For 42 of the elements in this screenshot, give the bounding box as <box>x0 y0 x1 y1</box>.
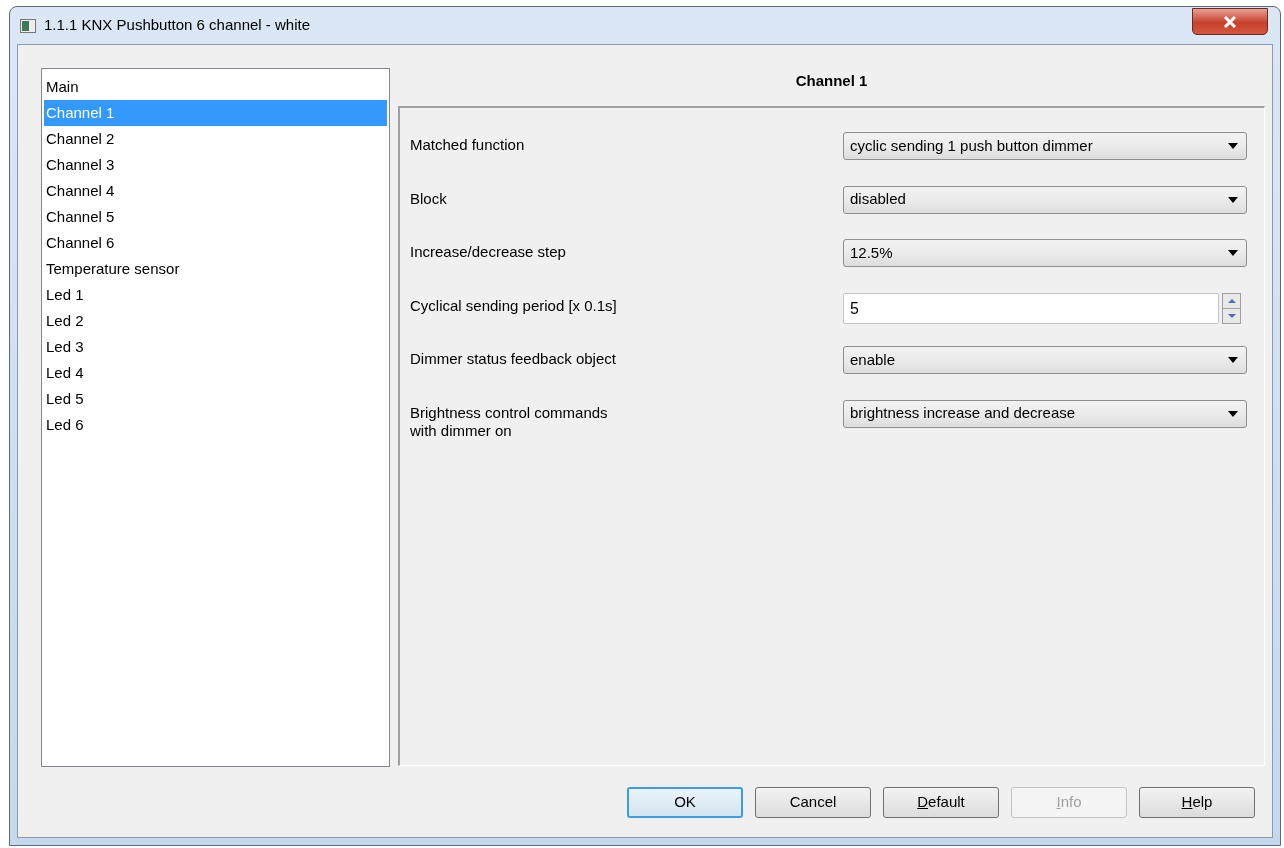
window-title: 1.1.1 KNX Pushbutton 6 channel - white <box>44 15 310 36</box>
parameter-label: Dimmer status feedback object <box>410 349 617 368</box>
sidebar-item[interactable]: Led 5 <box>44 386 387 412</box>
sidebar-item[interactable]: Channel 6 <box>44 230 387 256</box>
dropdown[interactable]: brightness increase and decrease <box>843 399 1247 428</box>
down-arrow-icon <box>1227 313 1236 318</box>
caret-icon <box>1228 250 1238 256</box>
caret-icon <box>1228 196 1238 203</box>
sidebar-item[interactable]: Led 3 <box>44 334 387 360</box>
close-icon <box>1223 15 1237 28</box>
parameter-label: Brightness control commands with dimmer on <box>410 402 609 440</box>
caret-icon <box>1228 410 1238 417</box>
dialog-button[interactable]: Default <box>883 786 999 818</box>
number-field[interactable]: 5 <box>843 292 1219 324</box>
dialog-button[interactable]: Cancel <box>755 786 871 818</box>
app-icon <box>20 18 36 33</box>
spin-buttons[interactable] <box>1222 292 1241 324</box>
sidebar-item[interactable]: Channel 2 <box>44 126 387 152</box>
dropdown[interactable]: cyclic sending 1 push button dimmer <box>843 132 1247 160</box>
parameter-label: Cyclical sending period [x 0.1s] <box>410 295 618 315</box>
sidebar-item[interactable]: Led 4 <box>44 360 387 386</box>
close-button[interactable] <box>1192 8 1268 35</box>
up-arrow-icon <box>1227 298 1236 303</box>
sidebar-item[interactable]: Temperature sensor <box>44 256 387 282</box>
sidebar-item[interactable]: Channel 3 <box>44 152 387 178</box>
sidebar-item[interactable]: Led 6 <box>44 412 387 438</box>
caret-icon <box>1228 143 1238 149</box>
caret-icon <box>1228 357 1238 363</box>
dialog-button[interactable]: OK <box>627 786 743 818</box>
dropdown[interactable]: 12.5% <box>843 239 1247 267</box>
parameter-label: Increase/decrease step <box>410 242 567 261</box>
dropdown[interactable]: disabled <box>843 185 1247 214</box>
dropdown[interactable]: enable <box>843 346 1247 374</box>
sidebar-item[interactable]: Main <box>44 74 387 100</box>
sidebar-item[interactable]: Led 1 <box>44 282 387 308</box>
parameter-label: Block <box>410 188 448 208</box>
panel-title: Channel 1 <box>794 71 869 91</box>
sidebar-item[interactable]: Channel 5 <box>44 204 387 230</box>
sidebar-item[interactable]: Channel 4 <box>44 178 387 204</box>
dialog-button[interactable]: Help <box>1139 786 1255 818</box>
parameter-label: Matched function <box>410 135 526 154</box>
sidebar-item[interactable]: Led 2 <box>44 308 387 334</box>
